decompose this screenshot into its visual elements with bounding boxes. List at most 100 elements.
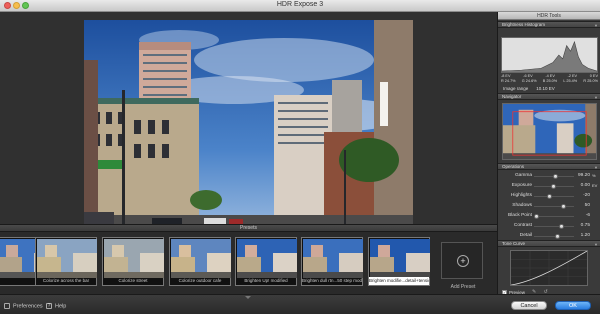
slider-value[interactable]: 1.20 bbox=[576, 233, 590, 238]
slider-label: Contrast bbox=[513, 223, 532, 228]
brightness-histogram bbox=[501, 37, 598, 73]
ev-label: -6 EV bbox=[523, 74, 533, 78]
histogram-ev-labels: -8 EV -6 EV -4 EV -2 EV 0 EV bbox=[501, 74, 598, 78]
pct-label: B 25.0% bbox=[542, 79, 558, 83]
slider-knob[interactable] bbox=[561, 204, 566, 209]
slider-label: Shadows bbox=[512, 203, 532, 208]
preset-label: Brighten Up! modified bbox=[244, 278, 288, 283]
add-preset-label: Add Preset bbox=[450, 284, 476, 290]
slider-label: Detail bbox=[519, 233, 532, 238]
slider-value[interactable]: 50 bbox=[576, 203, 590, 208]
slider-track[interactable] bbox=[534, 214, 574, 219]
section-header-histogram[interactable]: Brightness Histogram ▼ bbox=[498, 21, 600, 28]
histogram-pct-labels: R 24.7% G 24.6% B 25.0% L 25.4% R 25.0% bbox=[501, 79, 598, 83]
image-range-value: 10.10 EV bbox=[536, 86, 555, 91]
ev-label: 0 EV bbox=[589, 74, 598, 78]
collapse-presets-icon[interactable] bbox=[245, 296, 251, 299]
ev-label: -8 EV bbox=[501, 74, 511, 78]
pct-label: R 25.0% bbox=[583, 79, 598, 83]
preset-label: Brighten dull rtn...50 step modified bbox=[302, 278, 362, 283]
slider-value[interactable]: -20 bbox=[576, 193, 590, 198]
slider-value[interactable]: 0.75 bbox=[576, 223, 590, 228]
slider-row: Contrast 0.75 bbox=[498, 222, 600, 231]
slider-unit: EV bbox=[592, 183, 598, 188]
pct-label: L 25.4% bbox=[563, 79, 578, 83]
canvas-area bbox=[0, 12, 497, 236]
cancel-button[interactable]: Cancel bbox=[511, 301, 547, 310]
presets-header[interactable]: Presets bbox=[0, 224, 497, 232]
navigator-thumbnail[interactable] bbox=[502, 103, 597, 160]
disclosure-icon: ▼ bbox=[594, 95, 598, 100]
slider-knob[interactable] bbox=[555, 234, 560, 239]
section-header-navigator[interactable]: Navigator ▼ bbox=[498, 93, 600, 100]
main-photo[interactable] bbox=[84, 20, 413, 236]
title-bar: HDR Expose 3 bbox=[0, 0, 600, 12]
window-title: HDR Expose 3 bbox=[276, 1, 324, 8]
preset-thumb-image bbox=[370, 239, 430, 278]
preset-thumbnail[interactable]: Brighten dull rtn...50 step modified bbox=[301, 237, 363, 286]
app-window: HDR Expose 3 Presets Colorize across the… bbox=[0, 0, 600, 314]
preferences-button[interactable]: Preferences bbox=[4, 303, 43, 309]
preset-thumbnail[interactable]: Brighten Up! modified bbox=[235, 237, 297, 286]
preset-thumb-image bbox=[37, 239, 97, 278]
panel-title: HDR Tools bbox=[498, 12, 600, 20]
preset-thumb-image bbox=[303, 239, 363, 278]
preferences-icon bbox=[4, 303, 10, 309]
preset-thumb-image bbox=[104, 239, 164, 278]
slider-row: Black Point -6 bbox=[498, 212, 600, 221]
preset-thumbnail[interactable]: Colorize outdoor cafe bbox=[169, 237, 231, 286]
slider-knob[interactable] bbox=[547, 194, 552, 199]
slider-row: Exposure 0.00 EV bbox=[498, 182, 600, 191]
slider-label: Gamma bbox=[514, 173, 532, 178]
section-header-operations[interactable]: Operations ▼ bbox=[498, 163, 600, 170]
disclosure-icon: ▼ bbox=[594, 242, 598, 247]
image-range-label: Image range bbox=[503, 86, 529, 91]
slider-knob[interactable] bbox=[551, 184, 556, 189]
ev-label: -4 EV bbox=[545, 74, 555, 78]
add-preset-button[interactable]: + bbox=[441, 242, 483, 279]
preset-thumb-image bbox=[237, 239, 297, 278]
slider-track[interactable] bbox=[534, 184, 574, 189]
slider-row: Highlights -20 bbox=[498, 192, 600, 201]
ok-button[interactable]: OK bbox=[555, 301, 591, 310]
preset-label: Colorize across the bar bbox=[42, 278, 90, 283]
slider-unit: % bbox=[592, 173, 596, 178]
bottom-bar: Preferences ? Help Cancel OK bbox=[0, 294, 600, 314]
slider-value[interactable]: 0.00 bbox=[576, 183, 590, 188]
presets-strip: Colorize across the bar Colorize street … bbox=[0, 232, 497, 294]
slider-track[interactable] bbox=[534, 224, 574, 229]
disclosure-icon: ▼ bbox=[594, 165, 598, 170]
section-header-tone-curve[interactable]: Tone Curve ▼ bbox=[498, 240, 600, 247]
slider-label: Exposure bbox=[511, 183, 532, 188]
preset-thumbnail[interactable]: Colorize street bbox=[102, 237, 164, 286]
section-title: Operations bbox=[502, 164, 525, 169]
disclosure-icon: ▼ bbox=[594, 23, 598, 28]
slider-track[interactable] bbox=[534, 234, 574, 239]
section-title: Tone Curve bbox=[502, 241, 526, 246]
slider-knob[interactable] bbox=[553, 174, 558, 179]
preset-thumbnail-selected[interactable]: Brighten modifie...detail+tensions bbox=[368, 237, 430, 286]
hdr-tools-panel: HDR Tools Brightness Histogram ▼ -8 EV -… bbox=[497, 12, 600, 296]
pct-label: G 24.6% bbox=[521, 79, 537, 83]
slider-row: Gamma 99.20% bbox=[498, 172, 600, 181]
slider-label: Highlights bbox=[510, 193, 532, 198]
help-button[interactable]: ? Help bbox=[46, 303, 66, 309]
slider-label: Black Point bbox=[508, 213, 532, 218]
help-icon: ? bbox=[46, 303, 52, 309]
slider-value[interactable]: -6 bbox=[576, 213, 590, 218]
preset-label: Colorize outdoor cafe bbox=[178, 278, 222, 283]
slider-knob[interactable] bbox=[559, 224, 564, 229]
plus-icon: + bbox=[457, 255, 469, 267]
slider-track[interactable] bbox=[534, 174, 574, 179]
pct-label: R 24.7% bbox=[501, 79, 516, 83]
slider-track[interactable] bbox=[534, 194, 574, 199]
preset-thumb-image bbox=[171, 239, 231, 278]
slider-row: Shadows 50 bbox=[498, 202, 600, 211]
ev-label: -2 EV bbox=[567, 74, 578, 78]
preset-thumbnail[interactable]: Colorize across the bar bbox=[35, 237, 97, 286]
slider-track[interactable] bbox=[534, 204, 574, 209]
tone-curve-editor[interactable] bbox=[510, 250, 588, 286]
preferences-label: Preferences bbox=[13, 303, 43, 310]
slider-knob[interactable] bbox=[534, 214, 540, 219]
slider-value[interactable]: 99.20 bbox=[576, 173, 590, 178]
